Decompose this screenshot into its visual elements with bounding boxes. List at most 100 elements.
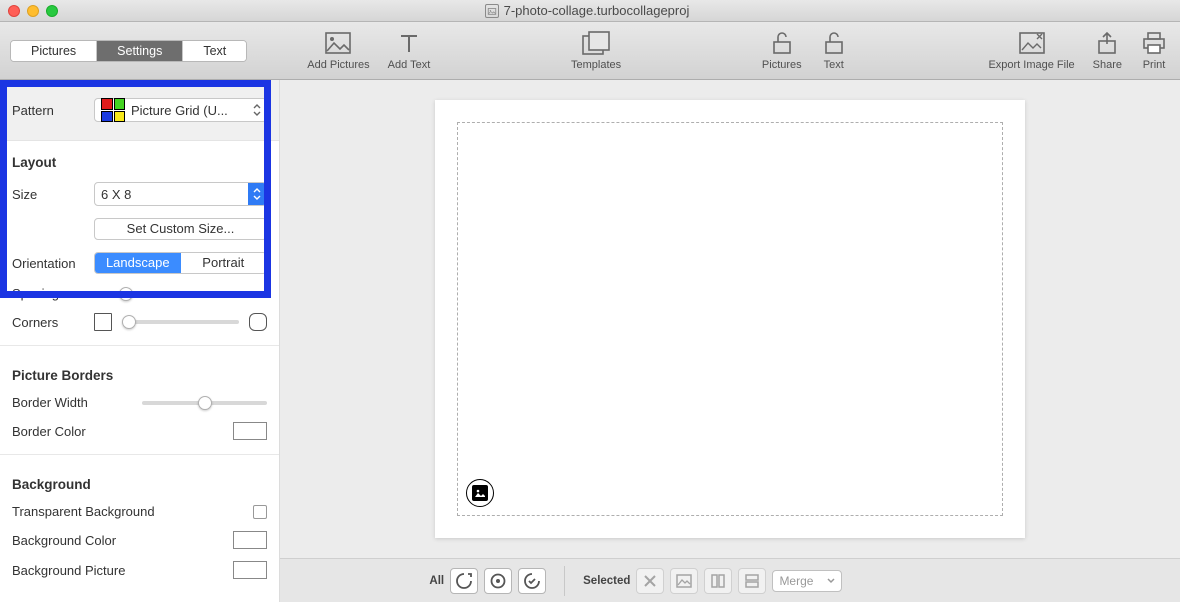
spacing-slider[interactable] (116, 292, 267, 296)
bg-color-label: Background Color (12, 533, 182, 548)
picture-icon (324, 30, 352, 56)
templates-label: Templates (571, 59, 621, 71)
orientation-segment: Landscape Portrait (94, 252, 267, 274)
chevron-down-icon (827, 578, 835, 584)
canvas-area: All Selected Merge (280, 80, 1180, 602)
border-width-label: Border Width (12, 395, 132, 410)
lock-text-button[interactable]: Text (820, 30, 848, 71)
picture-selected-button[interactable] (670, 568, 698, 594)
sidebar-tab-segment: Pictures Settings Text (10, 40, 247, 62)
share-button[interactable]: Share (1093, 30, 1122, 71)
round-corners-icon (249, 313, 267, 331)
toolbar-group-export: Export Image File Share Print (988, 30, 1168, 71)
delete-selected-button[interactable] (636, 568, 664, 594)
templates-icon (582, 30, 610, 56)
size-select[interactable]: 6 X 8 (94, 182, 267, 206)
document-filename: 7-photo-collage.turbocollageproj (504, 3, 690, 18)
collage-dropzone[interactable] (457, 122, 1003, 516)
pattern-row: Pattern Picture Grid (U... (0, 80, 279, 141)
toolbar-group-locks: Pictures Text (762, 30, 848, 71)
share-label: Share (1093, 59, 1122, 71)
print-label: Print (1143, 59, 1166, 71)
confirm-all-button[interactable] (518, 568, 546, 594)
zoom-window-button[interactable] (46, 5, 58, 17)
bottombar-all-group: All (429, 568, 546, 594)
picture-icon (472, 485, 488, 501)
refresh-all-button[interactable] (484, 568, 512, 594)
picture-borders-section-title: Picture Borders (0, 354, 279, 389)
border-color-label: Border Color (12, 424, 132, 439)
toolbar: Pictures Settings Text Add Pictures Add … (0, 22, 1180, 80)
bg-picture-label: Background Picture (12, 563, 182, 578)
close-window-button[interactable] (8, 5, 20, 17)
add-text-label: Add Text (388, 59, 431, 71)
bg-color-swatch[interactable] (233, 531, 267, 549)
export-image-button[interactable]: Export Image File (988, 30, 1074, 71)
spacing-row: Spacing (0, 280, 279, 307)
transparent-bg-checkbox[interactable] (253, 505, 267, 519)
bg-color-row: Background Color (0, 525, 279, 555)
titlebar: 7-photo-collage.turbocollageproj (0, 0, 1180, 22)
print-button[interactable]: Print (1140, 30, 1168, 71)
pattern-select[interactable]: Picture Grid (U... (94, 98, 267, 122)
tab-text[interactable]: Text (183, 41, 246, 61)
orientation-portrait-button[interactable]: Portrait (181, 253, 267, 273)
window-controls (8, 5, 58, 17)
canvas-holder (280, 80, 1180, 558)
unlock-icon (768, 30, 796, 56)
all-label: All (429, 575, 444, 587)
pattern-swatch-icon (101, 98, 125, 122)
add-text-button[interactable]: Add Text (388, 30, 431, 71)
square-corners-icon (94, 313, 112, 331)
separator (564, 566, 565, 596)
share-icon (1093, 30, 1121, 56)
border-color-row: Border Color (0, 416, 279, 446)
split-vertical-button[interactable] (704, 568, 732, 594)
templates-button[interactable]: Templates (571, 30, 621, 71)
updown-arrows-icon (248, 183, 266, 205)
tab-pictures[interactable]: Pictures (11, 41, 97, 61)
size-row: Size 6 X 8 (0, 176, 279, 212)
collage-canvas[interactable] (435, 100, 1025, 538)
split-horizontal-button[interactable] (738, 568, 766, 594)
lock-pictures-label: Pictures (762, 59, 802, 71)
lock-pictures-button[interactable]: Pictures (762, 30, 802, 71)
background-section-title: Background (0, 463, 279, 498)
corners-slider[interactable] (122, 320, 239, 324)
toolbar-group-add: Add Pictures Add Text (307, 30, 430, 71)
canvas-add-picture-button[interactable] (466, 479, 494, 507)
bottombar-selected-group: Selected Merge (583, 568, 842, 594)
orientation-landscape-button[interactable]: Landscape (95, 253, 181, 273)
bg-picture-swatch[interactable] (233, 561, 267, 579)
tab-settings[interactable]: Settings (97, 41, 183, 61)
bg-picture-row: Background Picture (0, 555, 279, 585)
separator (0, 454, 279, 455)
print-icon (1140, 30, 1168, 56)
set-custom-size-button[interactable]: Set Custom Size... (94, 218, 267, 240)
export-image-label: Export Image File (988, 59, 1074, 71)
corners-row: Corners (0, 307, 279, 337)
size-value: 6 X 8 (101, 187, 131, 202)
transparent-bg-row: Transparent Background (0, 498, 279, 525)
settings-sidebar: Pattern Picture Grid (U... Layout Size 6… (0, 80, 280, 602)
corners-label: Corners (12, 315, 84, 330)
pattern-value: Picture Grid (U... (131, 103, 228, 118)
add-pictures-label: Add Pictures (307, 59, 369, 71)
shuffle-all-button[interactable] (450, 568, 478, 594)
merge-select[interactable]: Merge (772, 570, 842, 592)
minimize-window-button[interactable] (27, 5, 39, 17)
export-icon (1018, 30, 1046, 56)
transparent-bg-label: Transparent Background (12, 504, 182, 519)
add-pictures-button[interactable]: Add Pictures (307, 30, 369, 71)
text-icon (395, 30, 423, 56)
border-width-slider[interactable] (142, 401, 267, 405)
unlock-icon (820, 30, 848, 56)
orientation-label: Orientation (12, 256, 84, 271)
selected-label: Selected (583, 575, 630, 587)
document-icon (485, 4, 499, 18)
document-title: 7-photo-collage.turbocollageproj (58, 3, 1116, 18)
pattern-label: Pattern (12, 103, 84, 118)
border-color-swatch[interactable] (233, 422, 267, 440)
size-label: Size (12, 187, 84, 202)
spacing-label: Spacing (12, 286, 84, 301)
